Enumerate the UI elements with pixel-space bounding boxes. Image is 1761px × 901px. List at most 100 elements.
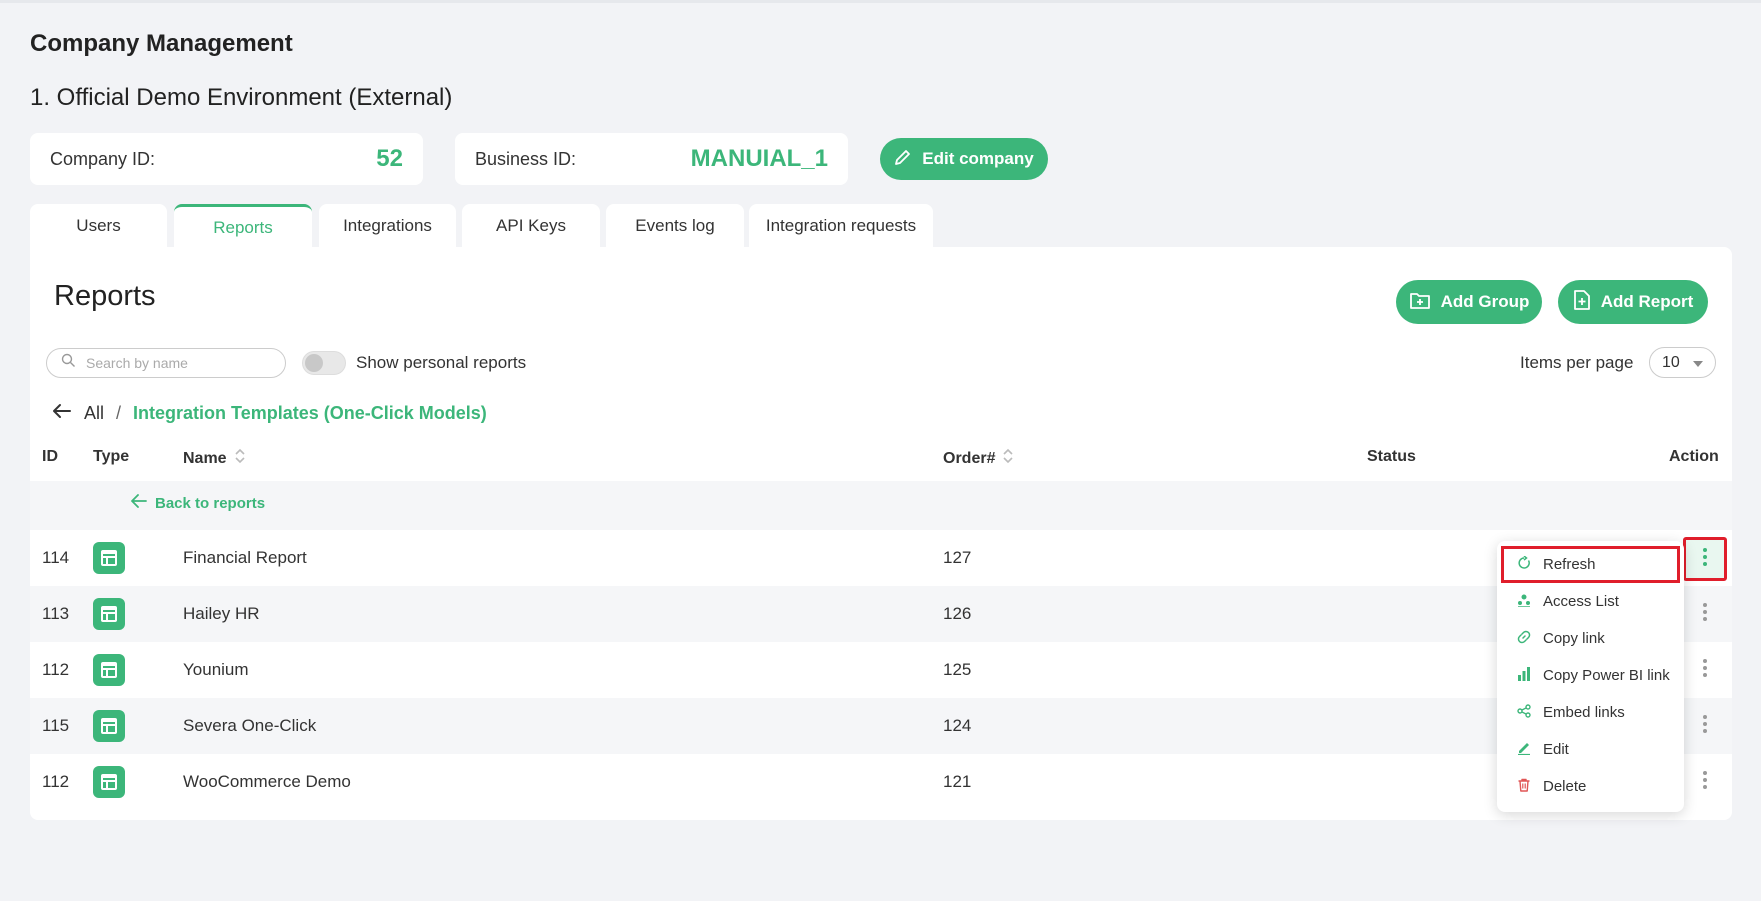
row-action-button[interactable] [1688,653,1722,687]
reports-title: Reports [54,280,156,312]
tab-events-log[interactable]: Events log [606,204,744,248]
col-header-order-label: Order# [943,449,996,467]
trash-icon [1517,778,1531,796]
row-action-button[interactable] [1688,597,1722,631]
breadcrumb-current: Integration Templates (One-Click Models) [133,403,487,423]
top-divider [0,0,1761,3]
row-action-button[interactable] [1688,709,1722,743]
row-type [93,642,125,698]
menu-item-label: Access List [1543,593,1619,610]
file-plus-icon [1573,289,1591,316]
row-type [93,754,125,810]
col-header-name-label: Name [183,449,227,467]
report-type-icon [93,542,125,574]
pencil-icon [894,148,912,171]
breadcrumb: All / Integration Templates (One-Click M… [52,403,487,424]
row-name: Younium [183,660,249,679]
add-group-button[interactable]: Add Group [1396,280,1542,324]
row-name: Hailey HR [183,604,260,623]
search-input[interactable] [86,355,266,371]
items-per-page-value: 10 [1662,353,1680,371]
kebab-icon [1702,770,1708,795]
back-arrow-icon[interactable] [52,403,72,424]
tab-api-keys[interactable]: API Keys [462,204,600,248]
items-per-page-label: Items per page [1520,353,1634,372]
col-header-action: Action [1669,448,1719,465]
table-row[interactable]: 113 Hailey HR 126 [30,586,1732,642]
company-id-value: 52 [376,145,403,172]
tab-integration-requests[interactable]: Integration requests [749,204,933,248]
menu-item-label: Copy Power BI link [1543,667,1670,684]
menu-item-embed-links[interactable]: Embed links [1501,694,1680,731]
edit-company-label: Edit company [922,149,1034,168]
search-box [46,348,286,378]
report-type-icon [93,710,125,742]
toggle-knob [305,354,323,372]
items-per-page-select[interactable]: 10 [1649,347,1716,378]
search-icon [61,353,76,373]
users-icon [1517,593,1531,611]
row-id: 114 [42,548,70,567]
col-header-id: ID [42,448,58,465]
table-row[interactable]: 112 Younium 125 [30,642,1732,698]
kebab-icon [1702,658,1708,683]
col-header-status: Status [1367,448,1416,465]
edit-company-button[interactable]: Edit company [880,138,1048,180]
folder-plus-icon [1409,290,1431,315]
breadcrumb-root[interactable]: All [84,403,104,424]
row-type [93,586,125,642]
row-action-button[interactable] [1688,765,1722,799]
row-type [93,698,125,754]
menu-item-delete[interactable]: Delete [1501,768,1680,805]
row-type [93,530,125,586]
powerbi-icon [1517,666,1531,685]
row-id: 112 [42,772,70,791]
menu-item-access-list[interactable]: Access List [1501,583,1680,620]
menu-item-copy-powerbi-link[interactable]: Copy Power BI link [1501,657,1680,694]
sort-icon [235,448,245,469]
table-row[interactable]: 114 Financial Report 127 [30,530,1732,586]
report-type-icon [93,654,125,686]
back-to-reports-link[interactable]: Back to reports [131,494,265,512]
row-name: Severa One-Click [183,716,317,735]
row-name: WooCommerce Demo [183,772,351,791]
business-id-value: MANUIAL_1 [690,145,828,172]
show-personal-label: Show personal reports [356,353,527,372]
menu-item-refresh[interactable]: Refresh [1501,546,1680,583]
report-type-icon [93,766,125,798]
row-order: 121 [943,772,972,791]
kebab-icon [1702,602,1708,627]
row-id: 112 [42,660,70,679]
kebab-icon [1702,547,1708,572]
table-row[interactable]: 115 Severa One-Click 124 [30,698,1732,754]
menu-item-copy-link[interactable]: Copy link [1501,620,1680,657]
menu-item-edit[interactable]: Edit [1501,731,1680,768]
business-id-label: Business ID: [475,148,577,169]
kebab-icon [1702,714,1708,739]
company-id-label: Company ID: [50,148,156,169]
share-icon [1517,703,1531,722]
add-report-label: Add Report [1600,292,1694,311]
row-action-menu: Refresh Access List Copy link Copy Power… [1497,541,1684,812]
pencil-icon [1517,741,1531,759]
page-title: Company Management [30,30,293,57]
link-icon [1517,630,1531,648]
col-header-name[interactable]: Name [183,448,245,469]
tab-reports[interactable]: Reports [174,204,312,248]
report-type-icon [93,598,125,630]
row-order: 127 [943,548,972,567]
tab-users[interactable]: Users [30,204,167,248]
arrow-left-icon [131,494,147,512]
row-action-button-active[interactable] [1683,537,1727,581]
col-header-type: Type [93,448,130,465]
company-name: 1. Official Demo Environment (External) [30,84,453,111]
add-group-label: Add Group [1440,292,1530,311]
tab-integrations[interactable]: Integrations [319,204,456,248]
table-row[interactable]: 112 WooCommerce Demo 121 [30,754,1732,810]
show-personal-toggle[interactable] [302,351,346,375]
col-header-order[interactable]: Order# [943,448,1014,469]
caret-down-icon [1693,354,1703,372]
add-report-button[interactable]: Add Report [1558,280,1708,324]
menu-item-label: Delete [1543,778,1587,795]
menu-item-label: Copy link [1543,630,1605,647]
